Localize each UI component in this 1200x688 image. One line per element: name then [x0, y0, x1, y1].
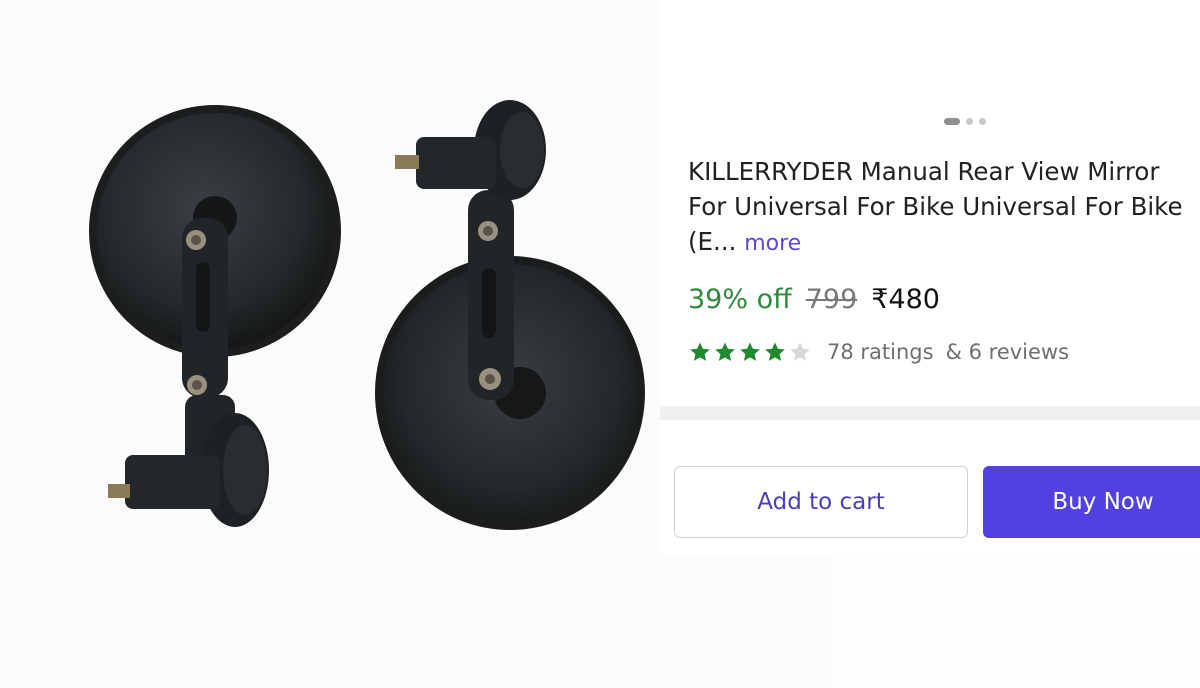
carousel-dot-2[interactable]: [966, 118, 973, 125]
carousel-dot-3[interactable]: [979, 118, 986, 125]
more-link[interactable]: more: [744, 231, 801, 256]
price-row: 39% off 799 ₹480: [688, 284, 940, 315]
discount-percent: 39% off: [688, 284, 792, 315]
product-title: KILLERRYDER Manual Rear View Mirror For …: [688, 154, 1200, 261]
carousel-dot-1[interactable]: [944, 118, 960, 125]
buy-now-button[interactable]: Buy Now: [983, 466, 1200, 538]
right-mirror: [375, 100, 645, 530]
original-price: 799: [805, 284, 858, 315]
section-divider: [660, 406, 1200, 420]
star-rating: [688, 340, 813, 364]
add-to-cart-button[interactable]: Add to cart: [674, 466, 968, 538]
reviews-count: & 6 reviews: [945, 340, 1070, 364]
carousel-indicator[interactable]: [944, 118, 986, 125]
product-title-line-1: KILLERRYDER Manual Rear View Mirror: [688, 157, 1160, 186]
star-filled-icon: [715, 342, 735, 361]
ratings-count: 78 ratings: [827, 340, 934, 364]
rating-row[interactable]: 78 ratings & 6 reviews: [688, 340, 1069, 364]
product-title-line-3: (E...: [688, 227, 737, 256]
selling-price: ₹480: [871, 284, 940, 315]
product-details: KILLERRYDER Manual Rear View Mirror For …: [660, 0, 1200, 555]
star-empty-icon: [790, 342, 810, 361]
star-filled-icon: [765, 342, 785, 361]
left-mirror: [89, 105, 341, 527]
product-page: KILLERRYDER Manual Rear View Mirror For …: [0, 0, 1200, 688]
star-filled-icon: [740, 342, 760, 361]
star-filled-icon: [690, 342, 710, 361]
image-bottom-area: [0, 555, 830, 688]
product-title-line-2: For Universal For Bike Universal For Bik…: [688, 192, 1183, 221]
